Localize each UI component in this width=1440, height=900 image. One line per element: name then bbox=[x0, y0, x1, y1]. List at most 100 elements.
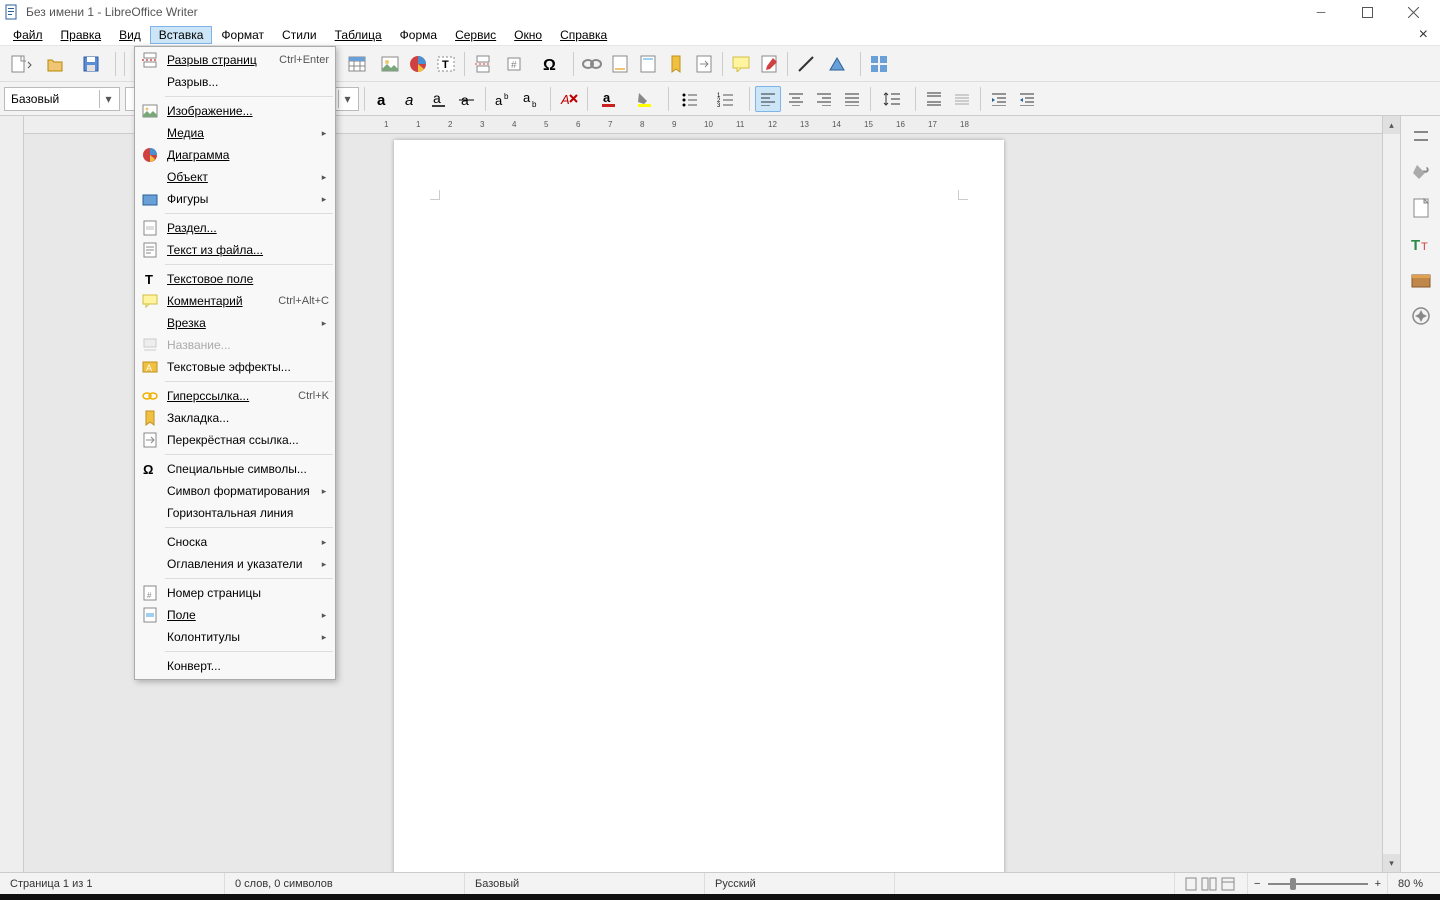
menu-page-break[interactable]: Разрыв страницCtrl+Enter bbox=[135, 49, 335, 71]
taskbar-chrome-icon[interactable] bbox=[46, 894, 92, 900]
insert-textbox-button[interactable]: T bbox=[433, 51, 459, 77]
menu-break[interactable]: Разрыв... bbox=[135, 71, 335, 93]
taskbar-canary-icon[interactable] bbox=[92, 894, 138, 900]
sidebar-styles-icon[interactable]: TT bbox=[1407, 230, 1435, 258]
insert-endnote-button[interactable] bbox=[635, 51, 661, 77]
status-view-icons[interactable] bbox=[1175, 873, 1248, 894]
menu-section[interactable]: Раздел... bbox=[135, 217, 335, 239]
menu-shapes[interactable]: Фигуры▸ bbox=[135, 188, 335, 210]
menu-format[interactable]: Формат bbox=[212, 26, 273, 44]
insert-line-button[interactable] bbox=[793, 51, 819, 77]
menu-help[interactable]: Справка bbox=[551, 26, 616, 44]
strikethrough-button[interactable]: a bbox=[454, 86, 480, 112]
bullets-button[interactable] bbox=[674, 86, 708, 112]
highlight-color-button[interactable] bbox=[629, 86, 663, 112]
menu-envelope[interactable]: Конверт... bbox=[135, 655, 335, 677]
align-center-button[interactable] bbox=[783, 86, 809, 112]
insert-comment-button[interactable] bbox=[728, 51, 754, 77]
vertical-scrollbar[interactable]: ▴ ▾ bbox=[1382, 116, 1400, 872]
menu-edit[interactable]: Правка bbox=[52, 26, 111, 44]
clear-formatting-button[interactable]: A bbox=[556, 86, 582, 112]
menu-pagenum[interactable]: #Номер страницы bbox=[135, 582, 335, 604]
menu-styles[interactable]: Стили bbox=[273, 26, 326, 44]
menu-window[interactable]: Окно bbox=[505, 26, 551, 44]
status-style[interactable]: Базовый bbox=[465, 873, 705, 894]
decrease-para-spacing-button[interactable] bbox=[949, 86, 975, 112]
insert-bookmark-button[interactable] bbox=[663, 51, 689, 77]
menu-crossref[interactable]: Перекрёстная ссылка... bbox=[135, 429, 335, 451]
status-page[interactable]: Страница 1 из 1 bbox=[0, 873, 225, 894]
status-words[interactable]: 0 слов, 0 символов bbox=[225, 873, 465, 894]
menu-formatting-mark[interactable]: Символ форматирования▸ bbox=[135, 480, 335, 502]
insert-hyperlink-button[interactable] bbox=[579, 51, 605, 77]
track-changes-button[interactable] bbox=[756, 51, 782, 77]
menu-object[interactable]: Объект▸ bbox=[135, 166, 335, 188]
open-button[interactable] bbox=[40, 51, 74, 77]
menu-headerfooter[interactable]: Колонтитулы▸ bbox=[135, 626, 335, 648]
sidebar-gallery-icon[interactable] bbox=[1407, 266, 1435, 294]
insert-special-char-button[interactable]: Ω bbox=[534, 51, 568, 77]
menu-toc[interactable]: Оглавления и указатели▸ bbox=[135, 553, 335, 575]
increase-indent-button[interactable] bbox=[986, 86, 1012, 112]
align-justify-button[interactable] bbox=[839, 86, 865, 112]
window-close[interactable] bbox=[1390, 0, 1436, 24]
new-doc-button[interactable] bbox=[4, 51, 38, 77]
taskbar-app1-icon[interactable] bbox=[184, 894, 230, 900]
insert-pagebreak-button[interactable] bbox=[470, 51, 496, 77]
insert-table-button[interactable] bbox=[341, 51, 375, 77]
menu-media[interactable]: Медиа▸ bbox=[135, 122, 335, 144]
menu-horizontal-rule[interactable]: Горизонтальная линия bbox=[135, 502, 335, 524]
window-maximize[interactable] bbox=[1344, 0, 1390, 24]
align-left-button[interactable] bbox=[755, 86, 781, 112]
insert-crossref-button[interactable] bbox=[691, 51, 717, 77]
insert-chart-button[interactable] bbox=[405, 51, 431, 77]
start-button[interactable] bbox=[0, 894, 46, 900]
save-button[interactable] bbox=[76, 51, 110, 77]
taskbar-telegram-icon[interactable] bbox=[138, 894, 184, 900]
sidebar-properties-icon[interactable] bbox=[1407, 158, 1435, 186]
insert-footnote-button[interactable] bbox=[607, 51, 633, 77]
menu-textfile[interactable]: Текст из файла... bbox=[135, 239, 335, 261]
paragraph-style-combo[interactable]: Базовый▾ bbox=[4, 87, 120, 111]
zoom-slider[interactable]: − + bbox=[1248, 873, 1388, 894]
menu-bookmark[interactable]: Закладка... bbox=[135, 407, 335, 429]
zoom-percent[interactable]: 80 % bbox=[1388, 873, 1440, 894]
menu-service[interactable]: Сервис bbox=[446, 26, 505, 44]
increase-para-spacing-button[interactable] bbox=[921, 86, 947, 112]
menu-insert[interactable]: Вставка bbox=[150, 26, 213, 44]
menu-view[interactable]: Вид bbox=[110, 26, 150, 44]
scroll-up-button[interactable]: ▴ bbox=[1383, 116, 1400, 134]
menu-textbox[interactable]: TТекстовое поле bbox=[135, 268, 335, 290]
document-close[interactable]: × bbox=[1411, 26, 1436, 44]
menu-file[interactable]: Файл bbox=[4, 26, 52, 44]
basic-shapes-button[interactable] bbox=[821, 51, 855, 77]
line-spacing-button[interactable] bbox=[876, 86, 910, 112]
sidebar-navigator-icon[interactable] bbox=[1407, 302, 1435, 330]
insert-image-button[interactable] bbox=[377, 51, 403, 77]
menu-special-char[interactable]: ΩСпециальные символы... bbox=[135, 458, 335, 480]
italic-button[interactable]: a bbox=[398, 86, 424, 112]
draw-functions-button[interactable] bbox=[866, 51, 892, 77]
window-minimize[interactable]: ─ bbox=[1298, 0, 1344, 24]
subscript-button[interactable]: ab bbox=[519, 86, 545, 112]
taskbar-notepad-icon[interactable] bbox=[276, 894, 322, 900]
document-page[interactable] bbox=[394, 140, 1004, 872]
bold-button[interactable]: a bbox=[370, 86, 396, 112]
status-language[interactable]: Русский bbox=[705, 873, 895, 894]
insert-field-button[interactable]: # bbox=[498, 51, 532, 77]
decrease-indent-button[interactable] bbox=[1014, 86, 1040, 112]
menu-comment[interactable]: КомментарийCtrl+Alt+C bbox=[135, 290, 335, 312]
menu-hyperlink[interactable]: Гиперссылка...Ctrl+K bbox=[135, 385, 335, 407]
menu-form[interactable]: Форма bbox=[391, 26, 446, 44]
taskbar-folder-icon[interactable] bbox=[322, 894, 368, 900]
underline-button[interactable]: a bbox=[426, 86, 452, 112]
menu-image[interactable]: Изображение... bbox=[135, 100, 335, 122]
align-right-button[interactable] bbox=[811, 86, 837, 112]
sidebar-settings-icon[interactable] bbox=[1407, 122, 1435, 150]
scroll-down-button[interactable]: ▾ bbox=[1383, 854, 1400, 872]
menu-table[interactable]: Таблица bbox=[326, 26, 391, 44]
numbering-button[interactable]: 123 bbox=[710, 86, 744, 112]
menu-footnote[interactable]: Сноска▸ bbox=[135, 531, 335, 553]
menu-chart[interactable]: Диаграмма bbox=[135, 144, 335, 166]
superscript-button[interactable]: ab bbox=[491, 86, 517, 112]
